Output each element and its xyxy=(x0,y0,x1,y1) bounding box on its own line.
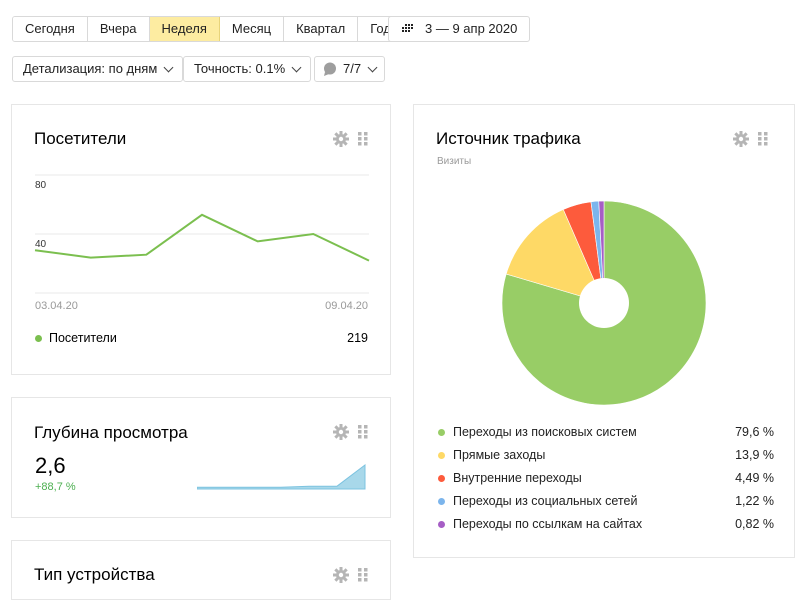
drag-handle-icon[interactable] xyxy=(358,568,368,582)
legend-item[interactable]: Переходы из социальных сетей1,22 % xyxy=(438,492,774,510)
pie-hole xyxy=(579,278,629,328)
segment-icon xyxy=(323,62,337,76)
date-range-label: 3 — 9 апр 2020 xyxy=(425,17,517,41)
traffic-title: Источник трафика xyxy=(436,129,581,149)
visitors-line-chart: 40 80 xyxy=(12,105,392,325)
segments-label: 7/7 xyxy=(343,57,361,81)
sparkline-area xyxy=(197,465,365,489)
tab-quarter[interactable]: Квартал xyxy=(284,17,358,41)
drag-handle-icon[interactable] xyxy=(758,132,768,146)
device-title: Тип устройства xyxy=(34,565,155,585)
legend-value: 4,49 % xyxy=(735,471,774,485)
traffic-source-card: Источник трафика Визиты Переходы из поис… xyxy=(413,104,795,558)
x-axis-start-label: 03.04.20 xyxy=(35,300,78,312)
tab-yesterday[interactable]: Вчера xyxy=(88,17,150,41)
visitors-series-line xyxy=(35,215,369,261)
y-tick-label: 80 xyxy=(35,180,47,191)
tab-today[interactable]: Сегодня xyxy=(13,17,88,41)
gear-icon[interactable] xyxy=(733,131,749,147)
depth-card: Глубина просмотра 2,6 +88,7 % xyxy=(11,397,391,518)
legend-label: Переходы из поисковых систем xyxy=(453,425,735,439)
tab-month[interactable]: Месяц xyxy=(220,17,284,41)
segments-dropdown[interactable]: 7/7 xyxy=(314,56,385,82)
traffic-subtitle: Визиты xyxy=(437,156,471,167)
legend-item[interactable]: Прямые заходы13,9 % xyxy=(438,446,774,464)
x-axis-end-label: 09.04.20 xyxy=(325,300,368,312)
legend-label: Внутренние переходы xyxy=(453,471,735,485)
calendar-icon xyxy=(401,24,415,34)
gear-icon[interactable] xyxy=(333,424,349,440)
legend-dot xyxy=(438,475,445,482)
legend-value: 79,6 % xyxy=(735,425,774,439)
gear-icon[interactable] xyxy=(333,567,349,583)
legend-label: Переходы из социальных сетей xyxy=(453,494,735,508)
legend-item[interactable]: Внутренние переходы4,49 % xyxy=(438,469,774,487)
legend-label: Переходы по ссылкам на сайтах xyxy=(453,517,735,531)
legend-dot xyxy=(35,335,42,342)
visitors-total: 219 xyxy=(347,331,368,345)
tab-week[interactable]: Неделя xyxy=(150,17,220,41)
accuracy-label: Точность: 0.1% xyxy=(194,57,285,81)
legend-label: Посетители xyxy=(49,331,347,345)
legend-dot xyxy=(438,452,445,459)
legend-label: Прямые заходы xyxy=(453,448,735,462)
detail-dropdown[interactable]: Детализация: по дням xyxy=(12,56,183,82)
accuracy-dropdown[interactable]: Точность: 0.1% xyxy=(183,56,311,82)
visitors-legend: Посетители 219 xyxy=(35,331,368,345)
period-tabs: Сегодня Вчера Неделя Месяц Квартал Год xyxy=(12,16,404,42)
depth-sparkline xyxy=(197,463,367,493)
depth-value: 2,6 xyxy=(35,453,66,479)
traffic-pie-chart xyxy=(494,193,714,413)
legend-value: 0,82 % xyxy=(735,517,774,531)
chevron-down-icon xyxy=(368,62,378,72)
visitors-card: Посетители 40 80 03.04.20 09.04.20 Посети… xyxy=(11,104,391,375)
legend-item[interactable]: Переходы из поисковых систем79,6 % xyxy=(438,423,774,441)
detail-label: Детализация: по дням xyxy=(23,57,157,81)
depth-title: Глубина просмотра xyxy=(34,423,188,443)
depth-change: +88,7 % xyxy=(35,481,76,493)
legend-value: 1,22 % xyxy=(735,494,774,508)
legend-dot xyxy=(438,498,445,505)
date-range-button[interactable]: 3 — 9 апр 2020 xyxy=(388,16,530,42)
legend-dot xyxy=(438,429,445,436)
y-tick-label: 40 xyxy=(35,239,47,250)
chevron-down-icon xyxy=(292,62,302,72)
legend-value: 13,9 % xyxy=(735,448,774,462)
chevron-down-icon xyxy=(164,62,174,72)
drag-handle-icon[interactable] xyxy=(358,425,368,439)
device-card: Тип устройства xyxy=(11,540,391,600)
legend-dot xyxy=(438,521,445,528)
legend-item[interactable]: Переходы по ссылкам на сайтах0,82 % xyxy=(438,515,774,533)
